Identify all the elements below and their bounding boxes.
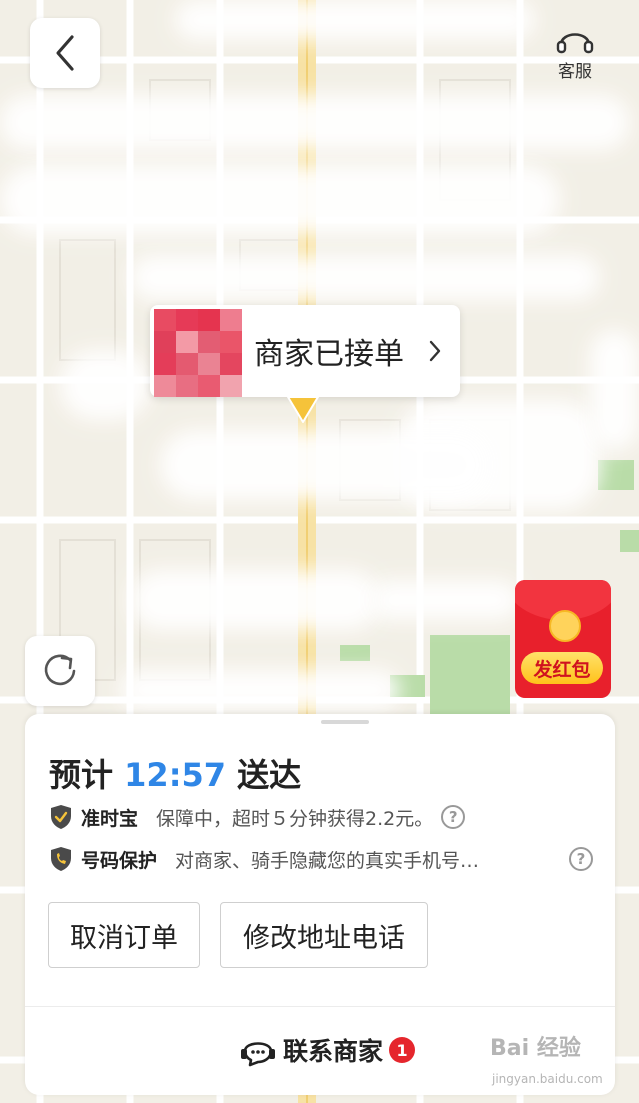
privacy-desc: 对商家、骑手隐藏您的真实手机号…: [175, 849, 480, 872]
ontime-help-icon[interactable]: ?: [441, 805, 466, 829]
merchant-status-card[interactable]: 商家已接单: [150, 305, 460, 397]
ontime-desc: 保障中，超时５分钟获得2.2元。: [156, 807, 434, 830]
eta-time: 12:57: [124, 756, 227, 794]
chevron-right-icon: [429, 340, 441, 362]
number-protection-row: 号码保护 对商家、骑手隐藏您的真实手机号… ?: [49, 844, 597, 874]
location-pin-icon: [287, 396, 319, 423]
divider: [25, 1006, 615, 1007]
ontime-title: 准时宝: [81, 807, 139, 830]
merchant-avatar: [154, 309, 242, 397]
modify-address-button[interactable]: 修改地址电话: [220, 902, 428, 968]
merchant-status-text: 商家已接单: [254, 337, 404, 372]
privacy-help-icon[interactable]: ?: [569, 847, 593, 871]
eta-suffix: 送达: [237, 756, 302, 794]
unread-badge: 1: [389, 1037, 416, 1063]
refresh-icon: [44, 654, 76, 686]
customer-service-button[interactable]: 客服: [540, 18, 610, 88]
back-button[interactable]: [30, 18, 100, 88]
eta-heading: 预计 12:57 送达: [49, 750, 301, 796]
coin-icon: [549, 610, 581, 642]
ontime-guarantee-row: 准时宝 保障中，超时５分钟获得2.2元。 ?: [49, 802, 466, 832]
cancel-order-button[interactable]: 取消订单: [48, 902, 200, 968]
contact-merchant-button[interactable]: 联系商家 1: [239, 1032, 416, 1068]
watermark-logo: Bai 经验: [490, 1036, 581, 1061]
eta-prefix: 预计: [49, 756, 114, 794]
shield-check-icon: [51, 805, 71, 829]
headset-icon: [556, 32, 594, 53]
watermark-url: jingyan.baidu.com: [492, 1072, 603, 1086]
sheet-drag-handle[interactable]: [321, 720, 369, 724]
contact-merchant-label: 联系商家: [283, 1037, 384, 1066]
chat-bubble-icon: [241, 1042, 275, 1067]
privacy-title: 号码保护: [81, 849, 158, 872]
refresh-button[interactable]: [25, 636, 95, 706]
customer-service-label: 客服: [558, 61, 592, 82]
chevron-left-icon: [56, 35, 74, 71]
red-packet-label: 发红包: [521, 652, 603, 684]
phone-shield-icon: [51, 847, 71, 871]
red-packet-button[interactable]: 发红包: [515, 580, 611, 698]
